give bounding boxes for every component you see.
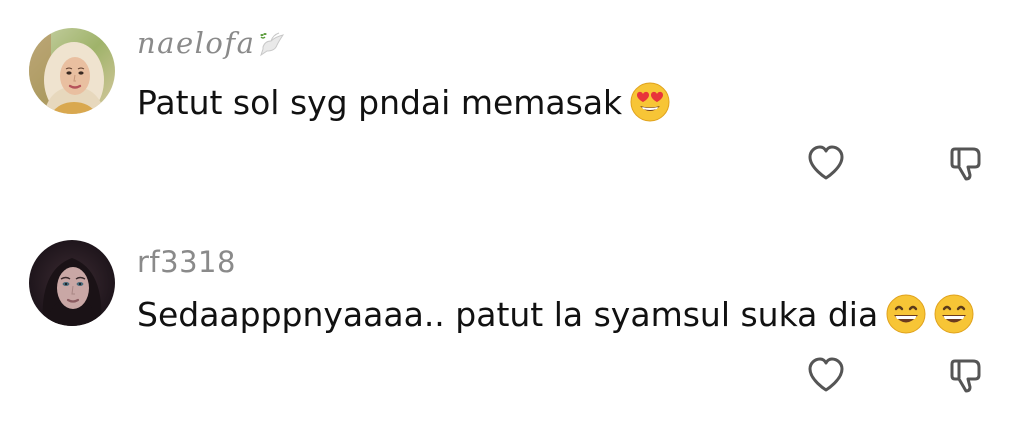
- grinning-emoji: [886, 294, 926, 334]
- heart-icon: [808, 145, 844, 180]
- dislike-button[interactable]: [942, 140, 988, 186]
- username-text[interactable]: rf3318: [137, 245, 236, 279]
- grinning-emoji: [934, 294, 974, 334]
- avatar[interactable]: [29, 28, 115, 114]
- avatar-image: [29, 240, 115, 326]
- thumbs-down-icon: [950, 359, 981, 393]
- thumbs-down-icon: [950, 147, 981, 181]
- heart-eyes-emoji: [630, 82, 670, 122]
- dove-icon: [257, 29, 287, 66]
- like-button[interactable]: [803, 140, 849, 186]
- username[interactable]: naelofa: [137, 26, 287, 66]
- dislike-button[interactable]: [942, 352, 988, 398]
- comment-body: Sedaapppnyaaaa.. patut la syamsul suka d…: [137, 294, 879, 334]
- username-text[interactable]: naelofa: [137, 26, 255, 60]
- like-button[interactable]: [803, 352, 849, 398]
- comment-body: Patut sol syg pndai memasak: [137, 82, 623, 122]
- comment-item: naelofa Patut sol syg pndai memasak: [0, 0, 1024, 200]
- comment-text: Sedaapppnyaaaa.. patut la syamsul suka d…: [137, 294, 974, 334]
- heart-icon: [808, 357, 844, 392]
- avatar[interactable]: [29, 240, 115, 326]
- comment-item: rf3318 Sedaapppnyaaaa.. patut la syamsul…: [0, 212, 1024, 412]
- comment-text: Patut sol syg pndai memasak: [137, 82, 670, 122]
- username[interactable]: rf3318: [137, 245, 236, 279]
- avatar-image: [29, 28, 115, 114]
